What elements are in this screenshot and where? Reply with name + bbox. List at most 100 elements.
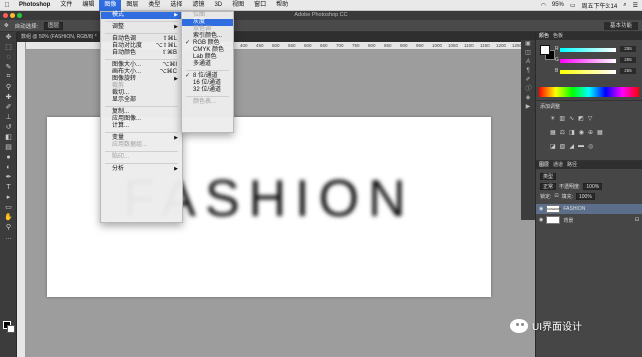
auto-select-label[interactable]: 自动选择:: [15, 22, 39, 30]
menu-file[interactable]: 文件: [55, 0, 77, 11]
image_menu-item[interactable]: 裁切...: [101, 90, 182, 97]
document-tab[interactable]: 数组 @ 50% (FASHION, RGB/8) *: [17, 32, 535, 42]
character-icon[interactable]: A: [521, 58, 535, 67]
menu-help[interactable]: 帮助: [271, 0, 293, 11]
tab-color[interactable]: 颜色: [539, 32, 549, 40]
image_menu-item[interactable]: 图像旋转 ▶: [101, 76, 182, 83]
gradient-map-icon[interactable]: ▬: [578, 143, 584, 150]
stamp-tool-icon[interactable]: ⊥: [0, 112, 17, 122]
fill-input[interactable]: 100%: [575, 192, 595, 200]
menu-filter[interactable]: 滤镜: [187, 0, 209, 11]
brush-presets-icon[interactable]: ✐: [521, 76, 535, 85]
image_menu-item[interactable]: 显示全部: [101, 97, 182, 104]
mode_menu-item[interactable]: ✓ 8 位/通道: [182, 73, 233, 80]
wifi-icon[interactable]: ◠: [541, 2, 546, 9]
brush-tool-icon[interactable]: ✐: [0, 102, 17, 112]
selective-color-icon[interactable]: ◎: [588, 143, 593, 150]
history-icon[interactable]: ▣: [521, 40, 535, 49]
layer-row[interactable]: ◉ FASHION FASHION: [536, 204, 642, 214]
properties-icon[interactable]: ◫: [521, 49, 535, 58]
tab-swatches[interactable]: 色板: [553, 32, 563, 40]
type-tool-icon[interactable]: T: [0, 182, 17, 192]
image_menu-item[interactable]: 应用图像...: [101, 116, 182, 123]
shape-tool-icon[interactable]: ▭: [0, 202, 17, 212]
paragraph-icon[interactable]: ¶: [521, 67, 535, 76]
image_menu-item[interactable]: 计算...: [101, 123, 182, 130]
tab-layers[interactable]: 图层: [539, 161, 549, 169]
exposure-icon[interactable]: ◩: [578, 115, 584, 122]
auto-select-dropdown[interactable]: 图层: [44, 21, 64, 30]
image_menu-item[interactable]: 模式 ▶: [101, 12, 182, 19]
menu-3d[interactable]: 3D: [209, 0, 227, 11]
minimize-icon[interactable]: [10, 12, 15, 18]
blend-mode-select[interactable]: 正常: [540, 182, 557, 190]
info-icon[interactable]: ⓘ: [521, 85, 535, 94]
background-color-swatch[interactable]: [7, 325, 15, 333]
clock[interactable]: 周五下午3:14: [582, 1, 618, 10]
fg-color-swatch[interactable]: [540, 45, 550, 55]
dodge-tool-icon[interactable]: ◐: [0, 162, 17, 172]
layer-name[interactable]: FASHION: [563, 206, 585, 212]
apple-icon[interactable]: : [0, 2, 14, 9]
mode_menu-item[interactable]: 灰度: [182, 19, 233, 26]
slider-value-g[interactable]: 255: [620, 57, 636, 63]
image_menu-item[interactable]: 变量 ▶: [101, 135, 182, 142]
layer-name[interactable]: 背景: [563, 217, 573, 224]
pen-tool-icon[interactable]: ✒: [0, 172, 17, 182]
image_menu-item[interactable]: 画布大小... ⌥⌘C: [101, 69, 182, 76]
zoom-tool-icon[interactable]: ⚲: [0, 222, 17, 232]
menu-edit[interactable]: 编辑: [77, 0, 99, 11]
menu-window[interactable]: 窗口: [249, 0, 271, 11]
mode_menu-item[interactable]: CMYK 颜色: [182, 47, 233, 54]
mode_menu-item[interactable]: ✓ RGB 颜色: [182, 40, 233, 47]
battery-icon[interactable]: ▭: [570, 2, 576, 9]
blur-tool-icon[interactable]: ●: [0, 152, 17, 162]
image_menu-item[interactable]: 图像大小... ⌥⌘I: [101, 62, 182, 69]
brightness-icon[interactable]: ☀: [550, 115, 555, 122]
healing-tool-icon[interactable]: ✚: [0, 92, 17, 102]
tab-paths[interactable]: 路径: [567, 161, 577, 169]
gradient-tool-icon[interactable]: ▤: [0, 142, 17, 152]
mode_menu-item[interactable]: Lab 颜色: [182, 54, 233, 61]
eyedropper-tool-icon[interactable]: ⚲: [0, 82, 17, 92]
eraser-tool-icon[interactable]: ◧: [0, 132, 17, 142]
list-icon[interactable]: ☰: [633, 2, 638, 9]
slider-b[interactable]: [560, 70, 616, 74]
menu-type[interactable]: 类型: [143, 0, 165, 11]
image_menu-item[interactable]: 自动色调 ⇧⌘L: [101, 36, 182, 43]
path-select-tool-icon[interactable]: ▸: [0, 192, 17, 202]
photo-filter-icon[interactable]: ◉: [579, 129, 584, 136]
posterize-icon[interactable]: ▧: [560, 143, 566, 150]
image_menu-item[interactable]: 复制...: [101, 109, 182, 116]
lock-icon[interactable]: ⊡: [554, 193, 558, 199]
kind-filter-select[interactable]: 类型: [540, 172, 557, 180]
opacity-input[interactable]: 100%: [583, 182, 603, 190]
move-tool-icon[interactable]: ✥: [4, 23, 9, 29]
navigator-icon[interactable]: ◈: [521, 94, 535, 103]
move-tool-icon[interactable]: ✥: [0, 32, 17, 42]
image_menu-item[interactable]: 自动颜色 ⇧⌘B: [101, 50, 182, 57]
search-icon[interactable]: ⌕: [623, 2, 626, 9]
curves-icon[interactable]: ∿: [569, 115, 574, 122]
lasso-tool-icon[interactable]: ◌: [0, 52, 17, 62]
menu-select[interactable]: 选择: [165, 0, 187, 11]
vibrance-icon[interactable]: ▽: [588, 115, 593, 122]
lookup-icon[interactable]: ▦: [597, 129, 603, 136]
levels-icon[interactable]: ▥: [559, 115, 565, 122]
slider-r[interactable]: [560, 48, 616, 52]
visibility-eye-icon[interactable]: ◉: [539, 206, 543, 212]
invert-icon[interactable]: ◪: [550, 143, 556, 150]
image_menu-item[interactable]: 调整 ▶: [101, 24, 182, 31]
bw-icon[interactable]: ◨: [569, 129, 575, 136]
image_menu-item[interactable]: 自动对比度 ⌥⇧⌘L: [101, 43, 182, 50]
close-icon[interactable]: [3, 12, 8, 18]
slider-value-r[interactable]: 255: [620, 46, 636, 52]
tab-channels[interactable]: 通道: [553, 161, 563, 169]
menu-view[interactable]: 视图: [227, 0, 249, 11]
balance-icon[interactable]: ⚖: [560, 129, 565, 136]
image_menu-item[interactable]: 分析 ▶: [101, 166, 182, 173]
threshold-icon[interactable]: ◢: [569, 143, 574, 150]
zoom-icon[interactable]: [17, 12, 22, 18]
menu-image[interactable]: 图像: [99, 0, 122, 11]
hue-icon[interactable]: ▦: [550, 129, 556, 136]
